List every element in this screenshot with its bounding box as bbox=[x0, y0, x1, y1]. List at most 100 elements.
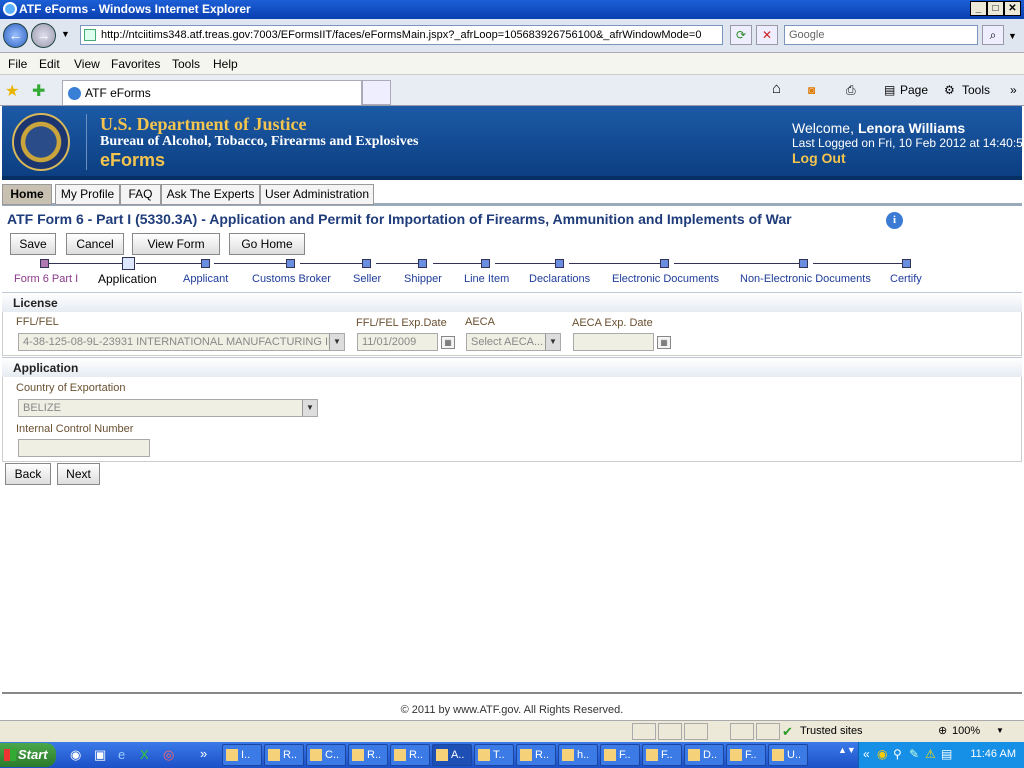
add-favorites-icon[interactable]: ✚ bbox=[32, 81, 45, 101]
taskbar-scroll-icon[interactable]: ▲▼ bbox=[838, 745, 856, 755]
maximize-icon[interactable]: □ bbox=[987, 1, 1004, 16]
nav-tab-user-administration[interactable]: User Administration bbox=[260, 184, 374, 205]
quicklaunch-icon[interactable]: ◎ bbox=[163, 747, 174, 763]
start-button[interactable]: Start bbox=[0, 743, 56, 767]
train-label-non-electronic-documents[interactable]: Non-Electronic Documents bbox=[740, 273, 871, 285]
aeca-exp-date-field[interactable] bbox=[573, 333, 654, 351]
search-icon[interactable]: ⌕ bbox=[982, 25, 1004, 45]
stop-icon[interactable]: ✕ bbox=[756, 25, 778, 45]
next-button[interactable]: Next bbox=[57, 463, 100, 485]
favorites-star-icon[interactable]: ★ bbox=[5, 81, 19, 101]
save-button[interactable]: Save bbox=[10, 233, 56, 255]
train-stop-certify[interactable] bbox=[902, 259, 911, 268]
tray-icon[interactable]: ⚲ bbox=[893, 747, 902, 761]
taskbar-item[interactable]: I.. bbox=[222, 744, 262, 766]
new-tab-button[interactable] bbox=[362, 80, 391, 105]
menu-edit[interactable]: Edit bbox=[39, 57, 60, 71]
page-menu[interactable]: Page bbox=[900, 83, 928, 97]
train-stop-declarations[interactable] bbox=[555, 259, 564, 268]
taskbar-item[interactable]: U.. bbox=[768, 744, 808, 766]
tools-menu[interactable]: Tools bbox=[962, 83, 990, 97]
quicklaunch-icon[interactable]: X bbox=[140, 747, 149, 762]
taskbar-item[interactable]: T.. bbox=[474, 744, 514, 766]
quicklaunch-more-icon[interactable]: » bbox=[200, 746, 207, 761]
ffl-exp-date-field[interactable]: 11/01/2009 bbox=[357, 333, 438, 351]
more-toolbar-icon[interactable]: » bbox=[1010, 83, 1017, 97]
back-arrow-icon[interactable]: ← bbox=[3, 23, 28, 48]
taskbar-item[interactable]: R.. bbox=[264, 744, 304, 766]
nav-tab-ask-the-experts[interactable]: Ask The Experts bbox=[161, 184, 260, 205]
train-label-form6-part1[interactable]: Form 6 Part I bbox=[14, 273, 78, 285]
go-home-button[interactable]: Go Home bbox=[229, 233, 305, 255]
train-label-customs-broker[interactable]: Customs Broker bbox=[252, 273, 331, 285]
browser-tab[interactable]: ATF eForms bbox=[62, 80, 362, 105]
nav-tab-my-profile[interactable]: My Profile bbox=[55, 184, 120, 205]
back-button[interactable]: Back bbox=[5, 463, 51, 485]
train-stop-non-electronic-documents[interactable] bbox=[799, 259, 808, 268]
train-stop-shipper[interactable] bbox=[418, 259, 427, 268]
taskbar-item[interactable]: D.. bbox=[684, 744, 724, 766]
train-stop-applicant[interactable] bbox=[201, 259, 210, 268]
cancel-button[interactable]: Cancel bbox=[66, 233, 124, 255]
train-label-certify[interactable]: Certify bbox=[890, 273, 922, 285]
quicklaunch-icon[interactable]: e bbox=[118, 747, 125, 762]
train-stop-seller[interactable] bbox=[362, 259, 371, 268]
tray-icon[interactable]: ▤ bbox=[941, 747, 952, 761]
menu-tools[interactable]: Tools bbox=[172, 57, 200, 71]
tray-icon[interactable]: ⚠ bbox=[925, 747, 936, 761]
quicklaunch-icon[interactable]: ◉ bbox=[70, 747, 81, 763]
info-icon[interactable]: i bbox=[886, 212, 903, 229]
search-options-icon[interactable]: ▼ bbox=[1008, 31, 1017, 41]
train-label-application[interactable]: Application bbox=[98, 272, 157, 286]
train-stop-application[interactable] bbox=[122, 257, 135, 270]
search-input[interactable]: Google bbox=[784, 25, 978, 45]
train-stop-form6-part1[interactable] bbox=[40, 259, 49, 268]
train-label-electronic-documents[interactable]: Electronic Documents bbox=[612, 273, 719, 285]
train-label-shipper[interactable]: Shipper bbox=[404, 273, 442, 285]
taskbar-item[interactable]: R.. bbox=[348, 744, 388, 766]
taskbar-item[interactable]: R.. bbox=[516, 744, 556, 766]
menu-help[interactable]: Help bbox=[213, 57, 238, 71]
train-stop-line-item[interactable] bbox=[481, 259, 490, 268]
address-input[interactable]: http://ntciitims348.atf.treas.gov:7003/E… bbox=[80, 25, 723, 45]
train-label-seller[interactable]: Seller bbox=[353, 273, 381, 285]
aeca-select[interactable]: Select AECA... ▼ bbox=[466, 333, 561, 351]
view-form-button[interactable]: View Form bbox=[132, 233, 220, 255]
train-label-declarations[interactable]: Declarations bbox=[529, 273, 590, 285]
close-icon[interactable]: ✕ bbox=[1004, 1, 1021, 16]
tray-expand-icon[interactable]: « bbox=[863, 747, 870, 761]
recent-pages-dropdown-icon[interactable]: ▼ bbox=[61, 29, 70, 39]
taskbar-item[interactable]: F.. bbox=[600, 744, 640, 766]
forward-arrow-icon[interactable]: → bbox=[31, 23, 56, 48]
logout-link[interactable]: Log Out bbox=[792, 150, 846, 166]
taskbar-item[interactable]: C.. bbox=[306, 744, 346, 766]
icn-input[interactable] bbox=[18, 439, 150, 457]
train-label-line-item[interactable]: Line Item bbox=[464, 273, 509, 285]
train-stop-customs-broker[interactable] bbox=[286, 259, 295, 268]
tray-icon[interactable]: ✎ bbox=[909, 747, 919, 761]
print-icon[interactable]: ⎙ bbox=[846, 83, 856, 98]
train-stop-electronic-documents[interactable] bbox=[660, 259, 669, 268]
zoom-dropdown-icon[interactable]: ▼ bbox=[996, 726, 1004, 735]
country-select[interactable]: BELIZE ▼ bbox=[18, 399, 318, 417]
nav-tab-home[interactable]: Home bbox=[2, 184, 52, 205]
taskbar-item[interactable]: h.. bbox=[558, 744, 598, 766]
tray-icon[interactable]: ◉ bbox=[877, 747, 887, 761]
minimize-icon[interactable]: _ bbox=[970, 1, 987, 16]
calendar-icon[interactable]: ▦ bbox=[657, 336, 671, 349]
quicklaunch-icon[interactable]: ▣ bbox=[94, 747, 106, 763]
menu-file[interactable]: File bbox=[8, 57, 27, 71]
train-label-applicant[interactable]: Applicant bbox=[183, 273, 228, 285]
nav-tab-faq[interactable]: FAQ bbox=[120, 184, 161, 205]
taskbar-item[interactable]: F.. bbox=[726, 744, 766, 766]
home-icon[interactable]: ⌂ bbox=[772, 80, 781, 97]
taskbar-item[interactable]: R.. bbox=[390, 744, 430, 766]
calendar-icon[interactable]: ▦ bbox=[441, 336, 455, 349]
zoom-level[interactable]: 100% bbox=[952, 725, 980, 737]
menu-view[interactable]: View bbox=[74, 57, 100, 71]
menu-favorites[interactable]: Favorites bbox=[111, 57, 160, 71]
clock[interactable]: 11:46 AM bbox=[970, 748, 1016, 760]
taskbar-item[interactable]: F.. bbox=[642, 744, 682, 766]
refresh-icon[interactable]: ⟳ bbox=[730, 25, 752, 45]
feeds-icon[interactable]: ◙ bbox=[808, 83, 815, 97]
